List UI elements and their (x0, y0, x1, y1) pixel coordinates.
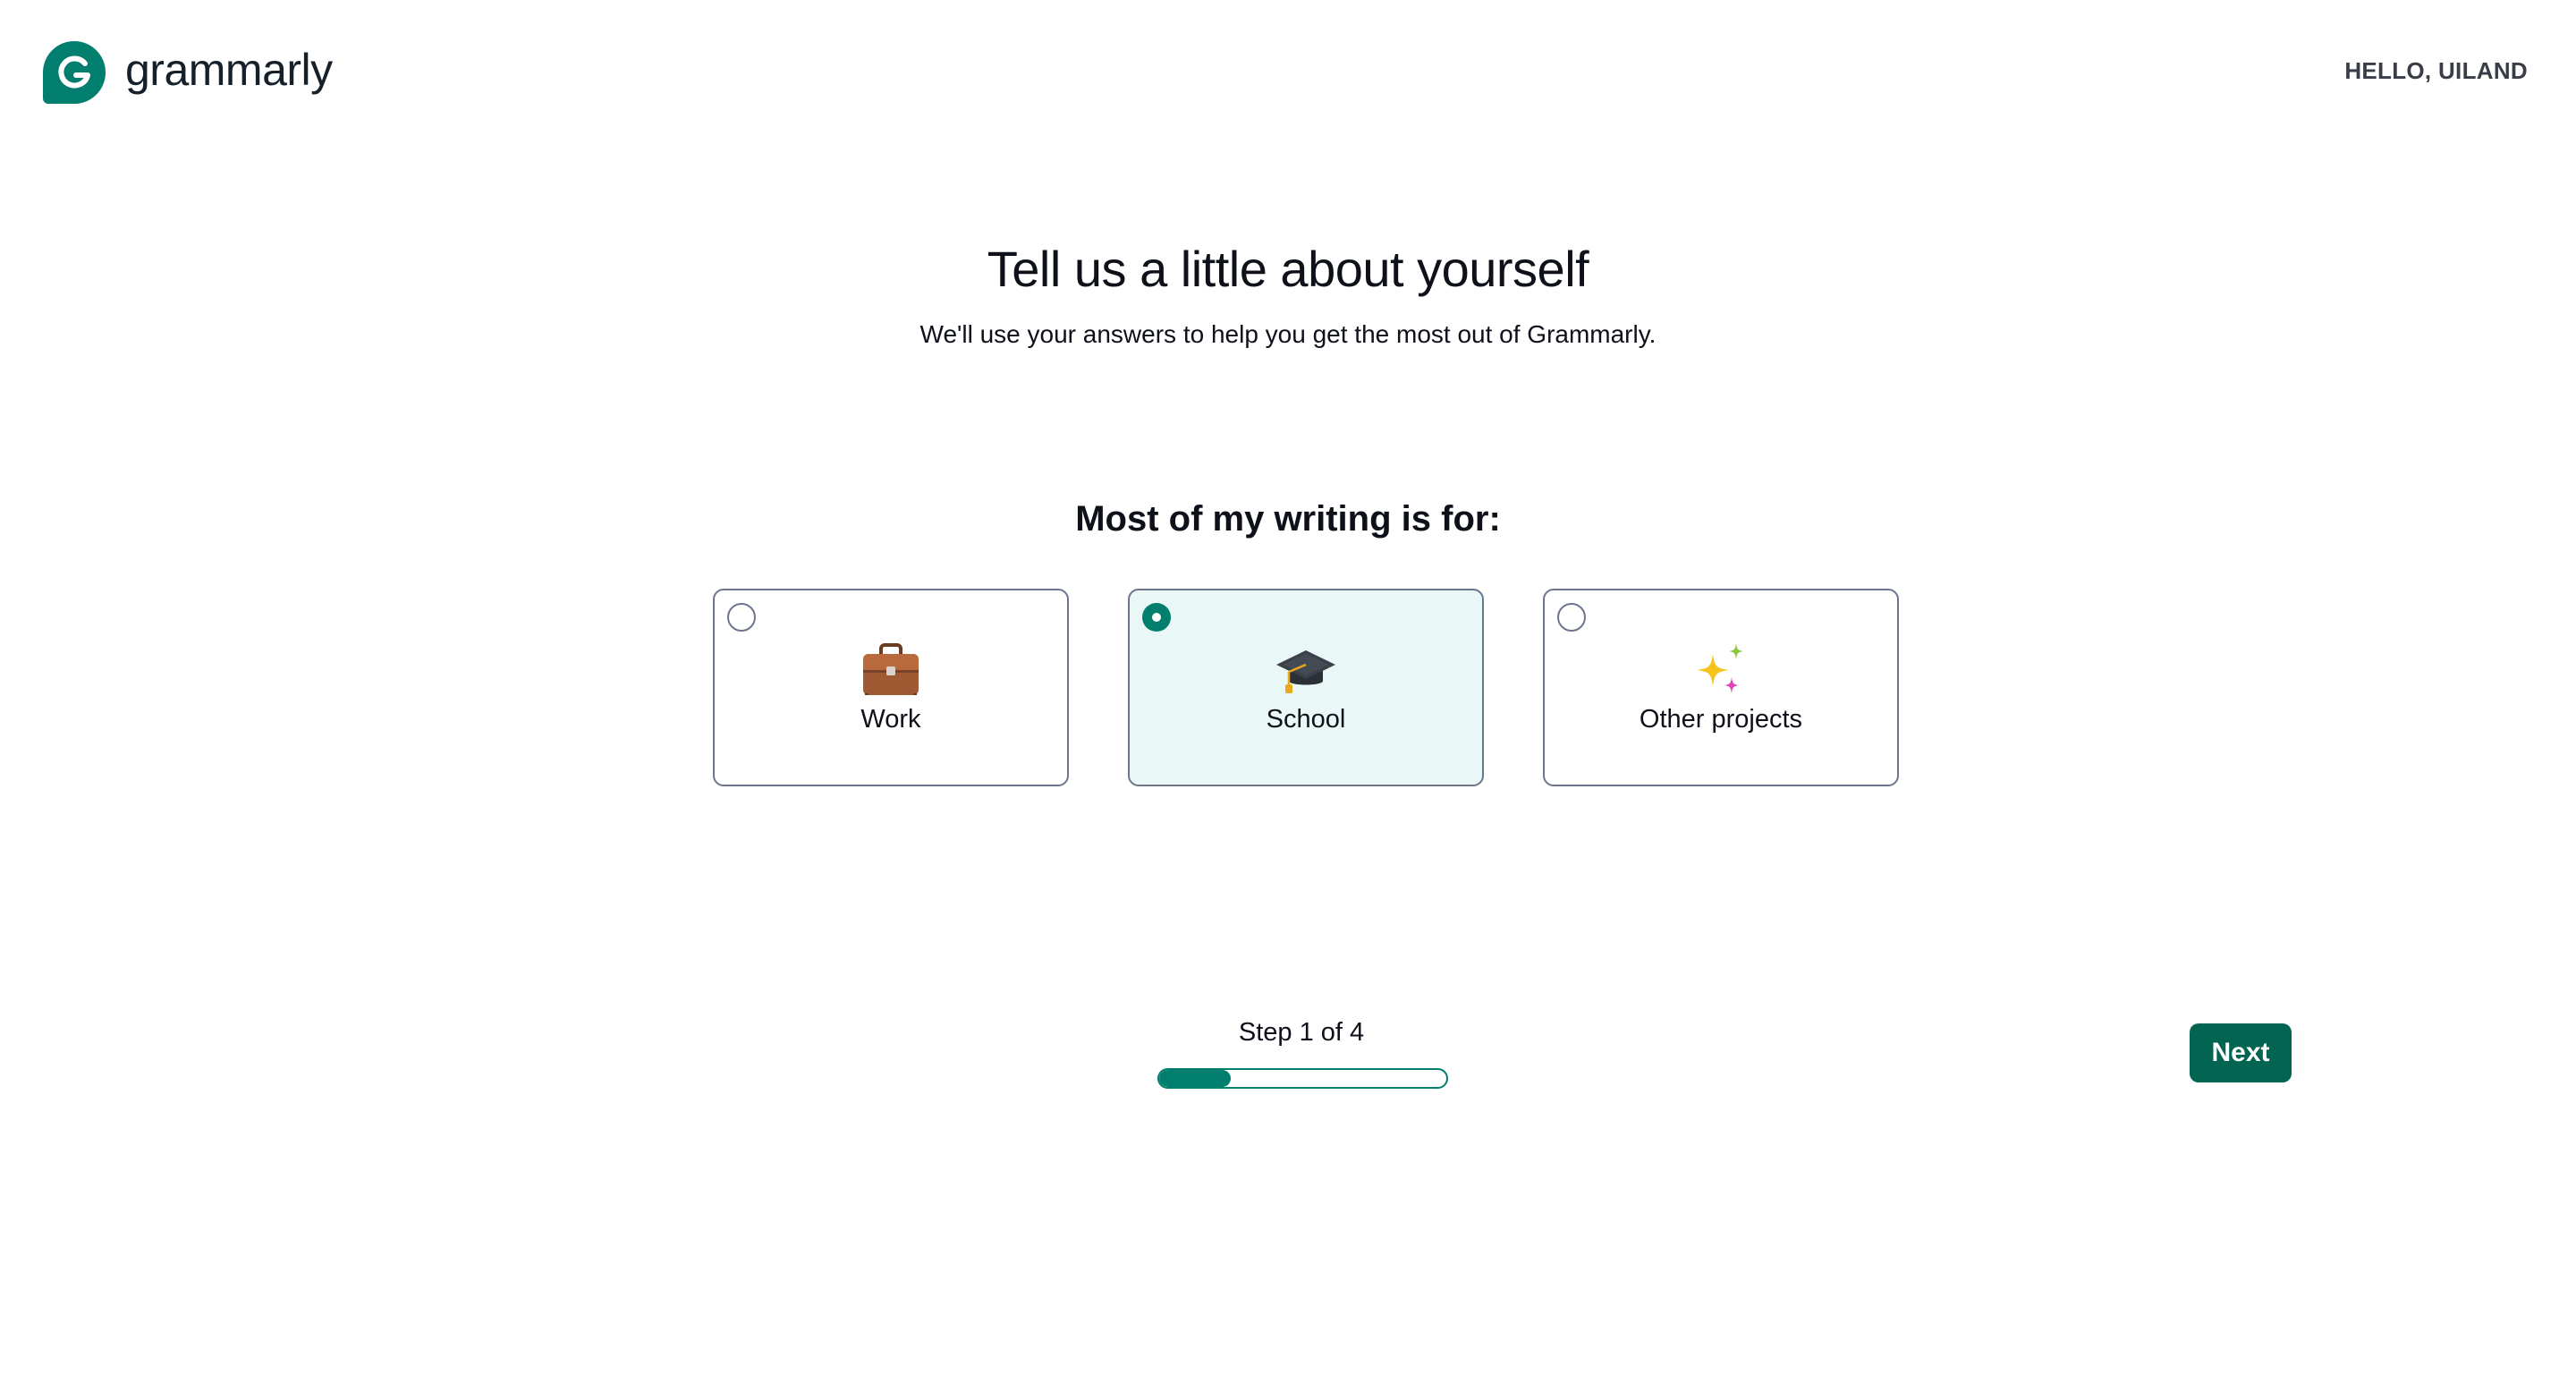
work-radio[interactable] (727, 603, 756, 632)
option-label: Work (860, 705, 921, 734)
question-heading: Most of my writing is for: (1075, 499, 1501, 539)
option-school[interactable]: School (1128, 589, 1484, 786)
progress-bar (1157, 1068, 1448, 1089)
sparkles-icon (1545, 641, 1897, 701)
next-button[interactable]: Next (2190, 1023, 2292, 1082)
grammarly-logo[interactable]: grammarly (43, 41, 333, 104)
brand-wordmark: grammarly (125, 45, 333, 95)
step-indicator: Step 1 of 4 (1238, 1018, 1365, 1047)
graduation-cap-icon (1130, 641, 1482, 701)
option-work[interactable]: Work (713, 589, 1069, 786)
option-label: Other projects (1639, 705, 1803, 734)
onboarding-page: grammarly HELLO, UILAND Tell us a little… (0, 0, 2576, 1392)
page-subtitle: We'll use your answers to help you get t… (919, 320, 1657, 348)
writing-purpose-options: Work School Other projects (713, 589, 1899, 786)
option-label: School (1266, 705, 1346, 734)
progress-bar-fill (1159, 1070, 1232, 1087)
user-greeting[interactable]: HELLO, UILAND (2344, 57, 2528, 85)
school-radio[interactable] (1142, 603, 1171, 632)
briefcase-icon (715, 641, 1067, 701)
page-title: Tell us a little about yourself (987, 241, 1589, 297)
option-other-projects[interactable]: Other projects (1543, 589, 1899, 786)
grammarly-logo-icon (43, 41, 106, 104)
other-projects-radio[interactable] (1557, 603, 1586, 632)
header: grammarly HELLO, UILAND (0, 0, 2576, 143)
